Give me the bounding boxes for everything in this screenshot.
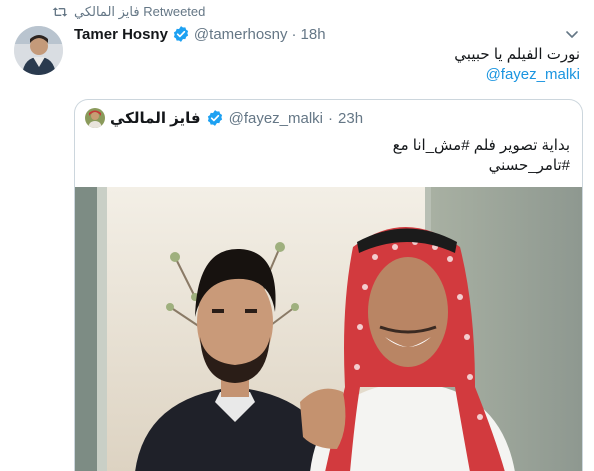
retweet-label[interactable]: فايز المالكي Retweeted (74, 4, 205, 20)
quoted-tweet-header: فايز المالكي @fayez_malki · 23h (85, 108, 363, 128)
quoted-handle[interactable]: @fayez_malki (229, 110, 323, 127)
retweet-context: فايز المالكي Retweeted (52, 4, 205, 20)
quoted-tweet-text: بداية تصوير فلم #مش_انا مع #تامر_حسني (90, 136, 570, 176)
quoted-display-name[interactable]: فايز المالكي (110, 109, 201, 127)
quoted-photo[interactable] (75, 187, 582, 471)
tweet-text: نورت الفيلم يا حبيبي (454, 46, 580, 63)
verified-badge-icon (172, 25, 190, 43)
quoted-timestamp[interactable]: 23h (338, 110, 363, 127)
mention-link[interactable]: @fayez_malki (486, 65, 580, 85)
handle[interactable]: @tamerhosny (194, 26, 288, 43)
separator-dot: · (291, 25, 297, 43)
quoted-text-line-2: #تامر_حسني (488, 157, 570, 174)
chevron-down-icon[interactable] (564, 26, 580, 42)
quoted-tweet[interactable]: فايز المالكي @fayez_malki · 23h بداية تص… (74, 99, 583, 471)
tweet[interactable]: فايز المالكي Retweeted Tamer Hosny @tame… (0, 0, 594, 471)
avatar[interactable] (14, 26, 63, 75)
quoted-verified-badge-icon (206, 109, 224, 127)
display-name[interactable]: Tamer Hosny (74, 26, 168, 43)
quoted-separator-dot: · (328, 109, 334, 127)
timestamp[interactable]: 18h (301, 26, 326, 43)
tweet-header: Tamer Hosny @tamerhosny · 18h (74, 24, 326, 44)
quoted-avatar[interactable] (85, 108, 105, 128)
quoted-text-line-1: بداية تصوير فلم #مش_انا مع (392, 137, 570, 154)
retweet-icon (52, 5, 68, 19)
